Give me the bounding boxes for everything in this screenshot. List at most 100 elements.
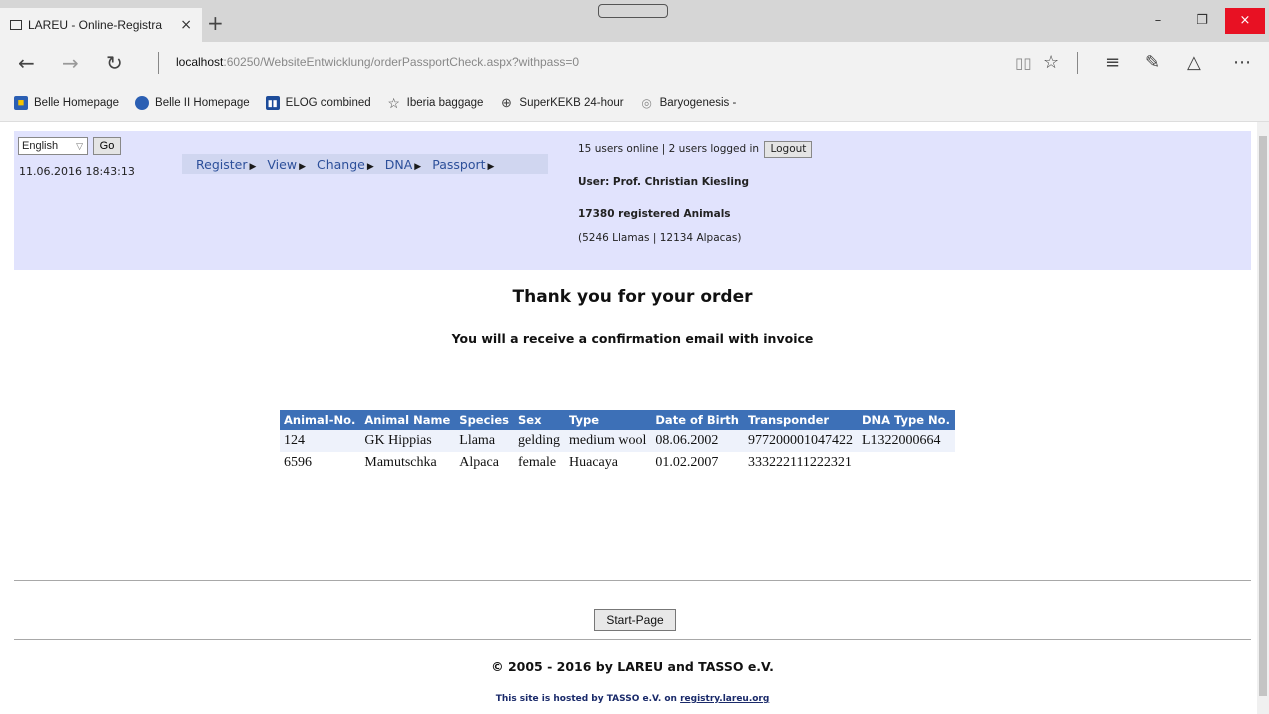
url-field[interactable]: localhost:60250/WebsiteEntwicklung/order… [176, 55, 579, 69]
tab-close-icon[interactable]: × [180, 17, 192, 33]
tab-title: LAREU - Online-Registra [28, 18, 163, 32]
table-row: 6596 Mamutschka Alpaca female Huacaya 01… [280, 452, 955, 474]
column-header: Type [565, 410, 652, 430]
online-status: 15 users online | 2 users logged in Logo… [578, 141, 813, 158]
window-close-button[interactable]: × [1225, 8, 1265, 34]
baryo-icon: ◎ [641, 95, 652, 110]
table-cell: 333222111222321 [743, 452, 858, 474]
vertical-scrollbar[interactable] [1257, 122, 1269, 714]
new-tab-button[interactable]: + [207, 13, 224, 33]
registered-animals-breakdown: (5246 Llamas | 12134 Alpacas) [578, 232, 742, 244]
hosting-text: This site is hosted by TASSO e.V. on [495, 694, 681, 704]
menu-view[interactable]: View ▶ [267, 157, 306, 172]
forward-icon[interactable]: → [62, 51, 79, 75]
table-cell: Mamutschka [360, 452, 456, 474]
back-icon[interactable]: ← [18, 51, 35, 75]
share-icon[interactable]: △ [1187, 52, 1201, 73]
language-value: English [22, 140, 59, 152]
reading-view-icon[interactable]: ▯▯ [1015, 54, 1032, 72]
table-cell: GK Hippias [360, 430, 456, 452]
current-user: User: Prof. Christian Kiesling [578, 176, 749, 188]
hosting-notice: This site is hosted by TASSO e.V. on reg… [0, 694, 1265, 704]
registered-animals-count: 17380 registered Animals [578, 208, 731, 220]
table-cell: female [514, 452, 565, 474]
scrollbar-thumb[interactable] [1259, 136, 1267, 696]
table-row: 124 GK Hippias Llama gelding medium wool… [280, 430, 955, 452]
column-header: Sex [514, 410, 565, 430]
site-header: English ▽ Go 11.06.2016 18:43:13 Registe… [14, 131, 1251, 270]
page-title: Thank you for your order [512, 287, 753, 307]
address-separator [158, 52, 159, 74]
column-header: DNA Type No. [857, 410, 955, 430]
bookmark-label: ELOG combined [285, 96, 371, 109]
menu-passport[interactable]: Passport ▶ [432, 157, 494, 172]
url-path: :60250/WebsiteEntwicklung/orderPassportC… [223, 55, 580, 69]
column-header: Animal Name [360, 410, 456, 430]
column-header: Species [455, 410, 514, 430]
window-maximize-button[interactable]: ❐ [1182, 8, 1222, 34]
divider [14, 639, 1251, 640]
page-viewport: English ▽ Go 11.06.2016 18:43:13 Registe… [0, 122, 1269, 714]
users-online-text: 15 users online | 2 users logged in [578, 143, 760, 155]
toolbar-separator [1077, 52, 1078, 74]
language-select[interactable]: English ▽ [18, 137, 88, 155]
menu-arrow-icon: ▶ [299, 161, 306, 172]
window-minimize-button[interactable]: – [1138, 8, 1178, 34]
confirmation-message: You will a receive a confirmation email … [451, 331, 814, 346]
table-cell: L1322000664 [857, 430, 955, 452]
menu-arrow-icon: ▶ [249, 161, 257, 172]
copyright-notice: © 2005 - 2016 by LAREU and TASSO e.V. [491, 659, 774, 674]
menu-arrow-icon: ▶ [366, 161, 374, 172]
column-header: Animal-No. [280, 410, 361, 430]
bookmark-elog[interactable]: ▮▮ ELOG combined [265, 95, 371, 110]
favorite-star-icon[interactable]: ☆ [1043, 52, 1059, 73]
bookmark-belle-homepage[interactable]: ■ Belle Homepage [14, 95, 119, 110]
title-drag-handle[interactable] [598, 4, 668, 18]
more-icon[interactable]: ⋯ [1233, 52, 1251, 73]
url-host: localhost [176, 55, 224, 69]
menu-dna[interactable]: DNA ▶ [385, 157, 421, 172]
bookmark-belle2-homepage[interactable]: Belle II Homepage [135, 95, 250, 110]
current-datetime: 11.06.2016 18:43:13 [19, 165, 135, 178]
bookmark-iberia[interactable]: ☆ Iberia baggage [387, 96, 484, 110]
chevron-down-icon: ▽ [76, 141, 83, 151]
logout-button[interactable]: Logout [764, 141, 813, 158]
bookmark-label: Iberia baggage [406, 96, 484, 109]
table-cell: 01.02.2007 [651, 452, 744, 474]
table-cell: Llama [455, 430, 514, 452]
bookmark-baryogenesis[interactable]: ◎ Baryogenesis - [640, 95, 736, 110]
bookmark-label: Belle II Homepage [155, 96, 250, 109]
browser-titlebar: LAREU - Online-Registra × + – ❐ × [0, 0, 1269, 42]
menu-register[interactable]: Register ▶ [196, 157, 256, 172]
browser-tab[interactable]: LAREU - Online-Registra × [0, 8, 202, 42]
bookmark-superkekb[interactable]: ⊕ SuperKEKB 24-hour [499, 95, 624, 110]
order-table: Animal-No. Animal Name Species Sex Type … [280, 410, 955, 474]
menu-arrow-icon: ▶ [487, 161, 495, 172]
registry-link[interactable]: registry.lareu.org [680, 694, 769, 704]
go-button[interactable]: Go [93, 137, 121, 155]
address-bar-row: ← → ↻ localhost:60250/WebsiteEntwicklung… [0, 42, 1269, 84]
table-cell: medium wool [565, 430, 652, 452]
menu-arrow-icon: ▶ [414, 161, 422, 172]
table-cell: Huacaya [565, 452, 652, 474]
bookmark-label: SuperKEKB 24-hour [519, 96, 624, 109]
hub-icon[interactable]: ≡ [1105, 52, 1120, 73]
tab-page-icon [10, 20, 22, 30]
web-note-icon[interactable]: ✎ [1145, 52, 1160, 73]
table-cell [857, 452, 955, 474]
belle2-icon [135, 95, 150, 110]
belle-icon: ■ [14, 95, 28, 110]
favorites-bar: ■ Belle Homepage Belle II Homepage ▮▮ EL… [0, 84, 1269, 122]
table-cell: 977200001047422 [743, 430, 858, 452]
table-cell: Alpaca [455, 452, 514, 474]
table-cell: 08.06.2002 [651, 430, 744, 452]
divider [14, 580, 1251, 581]
table-header-row: Animal-No. Animal Name Species Sex Type … [280, 410, 955, 430]
menu-change[interactable]: Change ▶ [317, 157, 374, 172]
table-cell: 124 [280, 430, 361, 452]
table-cell: gelding [514, 430, 565, 452]
refresh-icon[interactable]: ↻ [106, 51, 123, 75]
table-cell: 6596 [280, 452, 361, 474]
start-page-button[interactable]: Start-Page [594, 609, 676, 631]
column-header: Transponder [743, 410, 858, 430]
